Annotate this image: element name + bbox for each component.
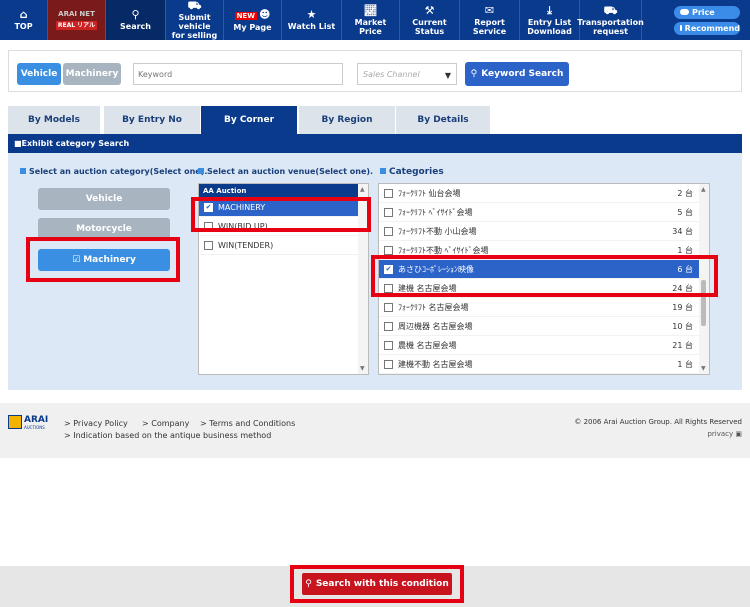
company-link[interactable]: > Company bbox=[142, 419, 189, 428]
tab-by-region[interactable]: By Region bbox=[299, 106, 395, 134]
toggle-icon bbox=[680, 9, 689, 15]
price-toggle[interactable]: Price bbox=[674, 5, 740, 19]
scroll-down-icon: ▼ bbox=[360, 365, 365, 372]
terms-link[interactable]: > Terms and Conditions bbox=[200, 419, 295, 428]
nav-top[interactable]: ⌂ TOP bbox=[0, 0, 48, 40]
checkbox-icon bbox=[384, 226, 393, 236]
checkbox-icon bbox=[204, 240, 213, 250]
category-vehicle-button[interactable]: Vehicle bbox=[38, 188, 170, 210]
tab-by-entry-no[interactable]: By Entry No bbox=[104, 106, 200, 134]
checkbox-icon bbox=[384, 302, 393, 312]
highlight-search-button bbox=[290, 565, 464, 603]
top-nav: ⌂ TOP ARAI NET REAL リアル ⚲ Search ⛟ Submi… bbox=[0, 0, 750, 40]
footer: ARAI AUCTIONS > Privacy Policy > Company… bbox=[0, 403, 750, 458]
keyword-search-button[interactable]: ⚲ Keyword Search bbox=[465, 62, 569, 86]
category-item[interactable]: 周辺機器 名古屋会場 10 台 bbox=[379, 317, 709, 336]
user-icon: ☻ bbox=[258, 7, 271, 21]
scroll-up-icon: ▲ bbox=[701, 186, 706, 193]
tab-by-models[interactable]: By Models bbox=[8, 106, 100, 134]
search-icon: ⚲ bbox=[131, 8, 140, 21]
highlight-machinery-venue bbox=[191, 197, 371, 232]
nav-submit-vehicle[interactable]: ⛟ Submit vehicle for selling bbox=[166, 0, 224, 40]
tab-by-corner[interactable]: By Corner bbox=[201, 106, 297, 134]
nav-current-status[interactable]: ⚒ Current Status bbox=[400, 0, 460, 40]
search-icon: ⚲ bbox=[470, 69, 478, 79]
truck-icon: ⛟ bbox=[603, 3, 618, 17]
venue-heading: Select an auction venue(Select one). bbox=[198, 167, 373, 176]
checkbox-icon bbox=[384, 207, 393, 217]
search-bar: Vehicle Machinery Sales Channel ▼ ⚲ Keyw… bbox=[8, 50, 742, 92]
recommend-toggle[interactable]: Recommend bbox=[674, 21, 740, 35]
new-badge: NEW bbox=[234, 11, 257, 20]
nav-transportation-request[interactable]: ⛟ Transportation request bbox=[577, 0, 644, 40]
nav-watch-list[interactable]: ★ Watch List bbox=[282, 0, 342, 40]
privacy-mark-icon: ▣ bbox=[735, 430, 742, 438]
machinery-toggle[interactable]: Machinery bbox=[63, 63, 121, 85]
nav-report-service[interactable]: ✉ Report Service bbox=[460, 0, 520, 40]
antique-business-link[interactable]: > Indication based on the antique busine… bbox=[64, 431, 271, 440]
category-item[interactable]: ﾌｫｰｸﾘﾌﾄ 名古屋会場 19 台 bbox=[379, 298, 709, 317]
nav-my-page[interactable]: NEW ☻ My Page bbox=[224, 0, 282, 40]
home-icon: ⌂ bbox=[19, 8, 28, 21]
categories-heading: Categories bbox=[380, 167, 444, 177]
tab-by-details[interactable]: By Details bbox=[396, 106, 490, 134]
scroll-down-icon: ▼ bbox=[701, 365, 706, 372]
sales-channel-select[interactable]: Sales Channel ▼ bbox=[357, 63, 457, 85]
nav-entry-list-download[interactable]: ⤓ Entry List Download bbox=[520, 0, 580, 40]
toggle-icon bbox=[680, 25, 682, 31]
checkbox-icon bbox=[384, 359, 393, 369]
category-item[interactable]: ﾌｫｰｸﾘﾌﾄ不動 小山会場 34 台 bbox=[379, 222, 709, 241]
arai-logo-icon bbox=[8, 415, 22, 429]
exhibit-category-title: ■Exhibit category Search bbox=[8, 134, 742, 153]
privacy-mark: privacy ▣ bbox=[707, 430, 742, 438]
bullet-icon bbox=[20, 168, 26, 174]
nav-pills: Price Recommend bbox=[674, 0, 750, 40]
checkbox-icon bbox=[384, 245, 393, 255]
category-item[interactable]: 農機 名古屋会場 21 台 bbox=[379, 336, 709, 355]
bullet-icon bbox=[198, 168, 204, 174]
bullet-icon bbox=[380, 168, 386, 174]
mail-icon: ✉ bbox=[484, 3, 495, 17]
venue-list-header: AA Auction bbox=[199, 184, 368, 198]
gavel-icon: ⚒ bbox=[424, 3, 435, 17]
keyword-input[interactable] bbox=[133, 63, 343, 85]
chevron-down-icon: ▼ bbox=[444, 71, 451, 80]
highlight-selected-category bbox=[371, 255, 718, 297]
checkbox-icon bbox=[384, 321, 393, 331]
car-icon: ⛟ bbox=[187, 0, 202, 12]
scroll-up-icon: ▲ bbox=[360, 186, 365, 193]
copyright: © 2006 Arai Auction Group. All Rights Re… bbox=[574, 418, 742, 426]
category-heading: Select an auction category(Select one). bbox=[20, 167, 207, 176]
vehicle-toggle[interactable]: Vehicle bbox=[17, 63, 61, 85]
chart-icon: 📈︎ bbox=[363, 3, 378, 17]
arai-logo[interactable]: ARAI AUCTIONS bbox=[8, 415, 52, 431]
category-item[interactable]: 建機不動 名古屋会場 1 台 bbox=[379, 355, 709, 374]
privacy-policy-link[interactable]: > Privacy Policy bbox=[64, 419, 128, 428]
download-icon: ⤓ bbox=[547, 3, 552, 17]
checkbox-icon bbox=[384, 188, 393, 198]
checkbox-icon bbox=[384, 340, 393, 350]
nav-logo[interactable]: ARAI NET REAL リアル bbox=[48, 0, 106, 40]
nav-market-price[interactable]: 📈︎ Market Price bbox=[342, 0, 400, 40]
category-item[interactable]: ﾌｫｰｸﾘﾌﾄ 仙台会場 2 台 bbox=[379, 184, 709, 203]
category-item[interactable]: ﾌｫｰｸﾘﾌﾄ ﾍﾞｲｻｲﾄﾞ会場 5 台 bbox=[379, 203, 709, 222]
nav-search[interactable]: ⚲ Search bbox=[106, 0, 166, 40]
highlight-machinery-category bbox=[26, 237, 180, 282]
venue-item-win-tender[interactable]: WIN(TENDER) bbox=[199, 236, 368, 255]
star-icon: ★ bbox=[306, 8, 317, 21]
